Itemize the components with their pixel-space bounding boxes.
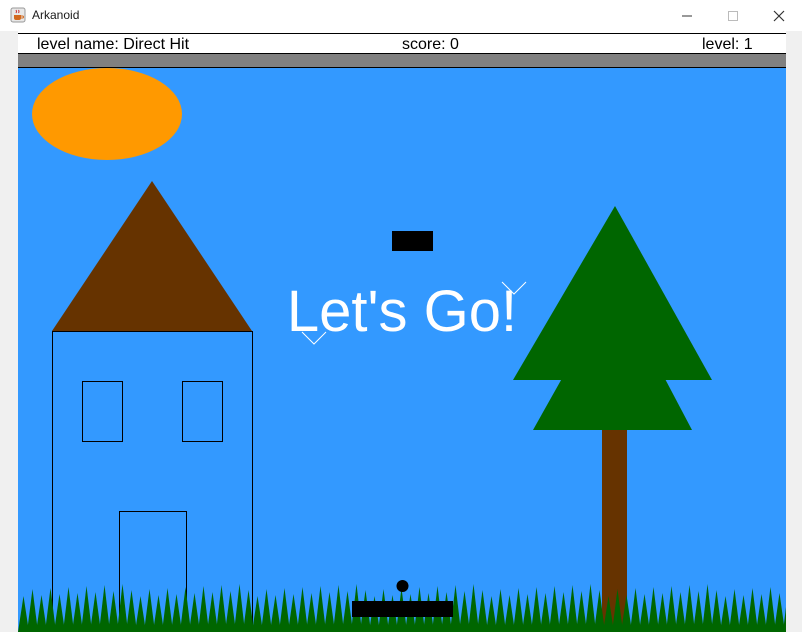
frame-right-border	[786, 31, 802, 632]
window-titlebar: Arkanoid	[0, 0, 802, 31]
close-icon	[773, 10, 785, 22]
lets-go-text: Let's Go!	[287, 279, 517, 344]
java-cup-icon	[10, 7, 26, 23]
close-button[interactable]	[756, 0, 802, 31]
minimize-icon	[682, 15, 692, 17]
paddle[interactable]	[352, 601, 453, 617]
target-block	[392, 231, 433, 251]
maximize-button[interactable]	[710, 0, 756, 31]
ball	[396, 580, 409, 592]
frame-left-border	[0, 31, 18, 632]
level-label: level: 1	[702, 36, 753, 53]
level-name-label: level name: Direct Hit	[37, 36, 190, 53]
tree-trunk	[602, 430, 627, 632]
minimize-button[interactable]	[664, 0, 710, 31]
sun	[32, 68, 182, 160]
top-wall	[18, 54, 786, 68]
game-canvas[interactable]: Let's Go!	[18, 68, 786, 632]
score-bar: level name: Direct Hit score: 0 level: 1	[18, 33, 786, 54]
maximize-icon	[728, 11, 738, 21]
window-title: Arkanoid	[32, 8, 80, 22]
score-label: score: 0	[402, 36, 459, 53]
